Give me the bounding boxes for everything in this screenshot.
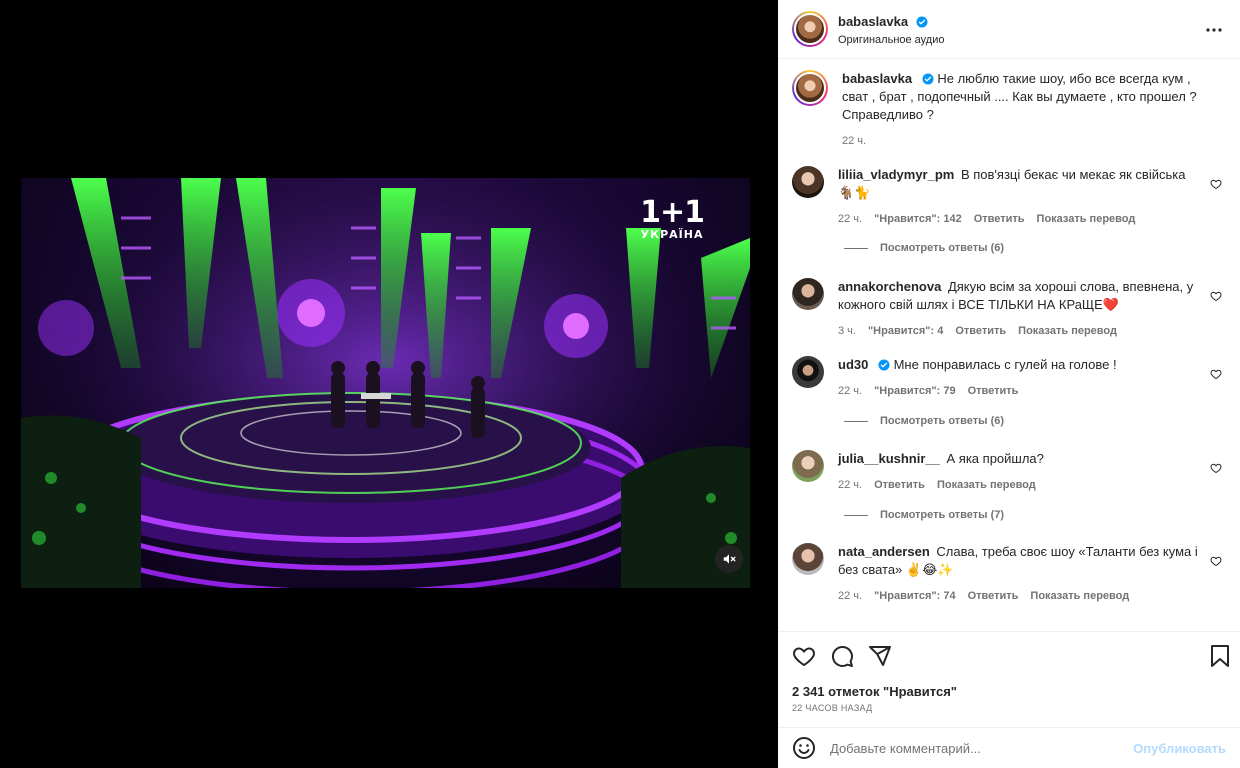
view-replies-button[interactable]: Посмотреть ответы (6) [844,415,1004,427]
reply-button[interactable]: Ответить [955,322,1006,340]
comment-time[interactable]: 3 ч. [838,322,856,340]
post-date[interactable]: 22 ЧАСОВ НАЗАД [792,703,873,713]
translate-button[interactable]: Показать перевод [1037,210,1136,228]
post-actions-bar [778,644,1240,672]
comment-text: Мне понравилась с гулей на голове ! [893,357,1117,372]
comment-input[interactable] [830,740,1130,756]
commenter-avatar[interactable] [792,356,824,388]
comment-item: liliia_vladymyr_pm В пов'язці бекає чи м… [792,166,1232,228]
caption-avatar[interactable] [792,70,828,106]
author-avatar[interactable] [792,11,828,47]
comment-item: julia__kushnir__ А яка пройшла? 22 ч. От… [792,450,1232,494]
post-caption: babaslavka Не люблю такие шоу, ибо все в… [778,60,1240,150]
post-side-panel: babaslavka Оригинальное аудио babaslavka [778,0,1240,768]
like-heart-icon[interactable] [792,644,816,668]
reply-button[interactable]: Ответить [874,476,925,494]
comment-like-heart-icon[interactable] [1210,178,1222,190]
bookmark-icon[interactable] [1210,644,1230,668]
view-replies-label: Посмотреть ответы (6) [880,242,1005,254]
comment-likes[interactable]: "Нравится": 4 [868,322,943,340]
verified-badge-icon [916,16,928,27]
comment-time[interactable]: 22 ч. [838,210,862,228]
translate-button[interactable]: Показать перевод [1030,587,1129,605]
media-pane: 1+1 УКРАЇНА [0,0,778,768]
verified-badge-icon [878,359,890,371]
more-options-button[interactable] [1202,18,1226,42]
verified-badge-icon [922,73,934,85]
post-header: babaslavka Оригинальное аудио [778,0,1240,59]
comment-username[interactable]: julia__kushnir__ [838,451,940,466]
comment-like-heart-icon[interactable] [1210,462,1222,474]
comment-item: annakorchenova Дякую всім за хороші слов… [792,278,1232,340]
commenter-avatar[interactable] [792,166,824,198]
comment-time[interactable]: 22 ч. [838,476,862,494]
comment-username[interactable]: ud30 [838,357,868,372]
comment-text: А яка пройшла? [946,451,1044,466]
mute-button[interactable] [715,545,743,573]
comment-username[interactable]: nata_andersen [838,544,930,559]
logo-main: 1+1 [640,195,705,230]
comment-item: ud30 Мне понравилась с гулей на голове !… [792,356,1232,400]
audio-label[interactable]: Оригинальное аудио [838,34,945,46]
commenter-avatar[interactable] [792,278,824,310]
comment-username[interactable]: annakorchenova [838,279,941,294]
comment-likes[interactable]: "Нравится": 74 [874,587,955,605]
comment-time[interactable]: 22 ч. [838,382,862,400]
translate-button[interactable]: Показать перевод [937,476,1036,494]
more-dots-icon [1206,28,1222,32]
view-replies-button[interactable]: Посмотреть ответы (6) [844,242,1004,254]
comment-like-heart-icon[interactable] [1210,368,1222,380]
commenter-avatar[interactable] [792,450,824,482]
reply-button[interactable]: Ответить [968,587,1019,605]
commenter-avatar[interactable] [792,543,824,575]
comment-bubble-icon[interactable] [830,644,854,668]
publish-button[interactable]: Опубликовать [1133,741,1226,756]
reply-button[interactable]: Ответить [968,382,1019,400]
logo-sub: УКРАЇНА [640,228,704,241]
view-replies-label: Посмотреть ответы (7) [880,509,1005,521]
comment-likes[interactable]: "Нравится": 79 [874,382,955,400]
share-send-icon[interactable] [868,644,892,668]
translate-button[interactable]: Показать перевод [1018,322,1117,340]
caption-time[interactable]: 22 ч. [842,132,866,150]
author-username[interactable]: babaslavka [838,14,908,29]
comment-item: nata_andersen Слава, треба своє шоу «Тал… [792,543,1232,605]
view-replies-label: Посмотреть ответы (6) [880,415,1005,427]
video-player[interactable]: 1+1 УКРАЇНА [21,178,750,588]
reply-button[interactable]: Ответить [974,210,1025,228]
comment-like-heart-icon[interactable] [1210,290,1222,302]
emoji-smiley-icon[interactable] [792,736,816,760]
add-comment-bar: Опубликовать [778,727,1240,768]
comments-list[interactable]: babaslavka Не люблю такие шоу, ибо все в… [778,60,1240,632]
comment-like-heart-icon[interactable] [1210,555,1222,567]
comment-time[interactable]: 22 ч. [838,587,862,605]
comment-likes[interactable]: "Нравится": 142 [874,210,962,228]
likes-count[interactable]: 2 341 отметок "Нравится" [792,684,957,699]
caption-username[interactable]: babaslavka [842,71,912,86]
view-replies-button[interactable]: Посмотреть ответы (7) [844,509,1004,521]
comment-username[interactable]: liliia_vladymyr_pm [838,167,954,182]
channel-logo: 1+1 УКРАЇНА [640,195,705,242]
muted-speaker-icon [723,554,736,564]
